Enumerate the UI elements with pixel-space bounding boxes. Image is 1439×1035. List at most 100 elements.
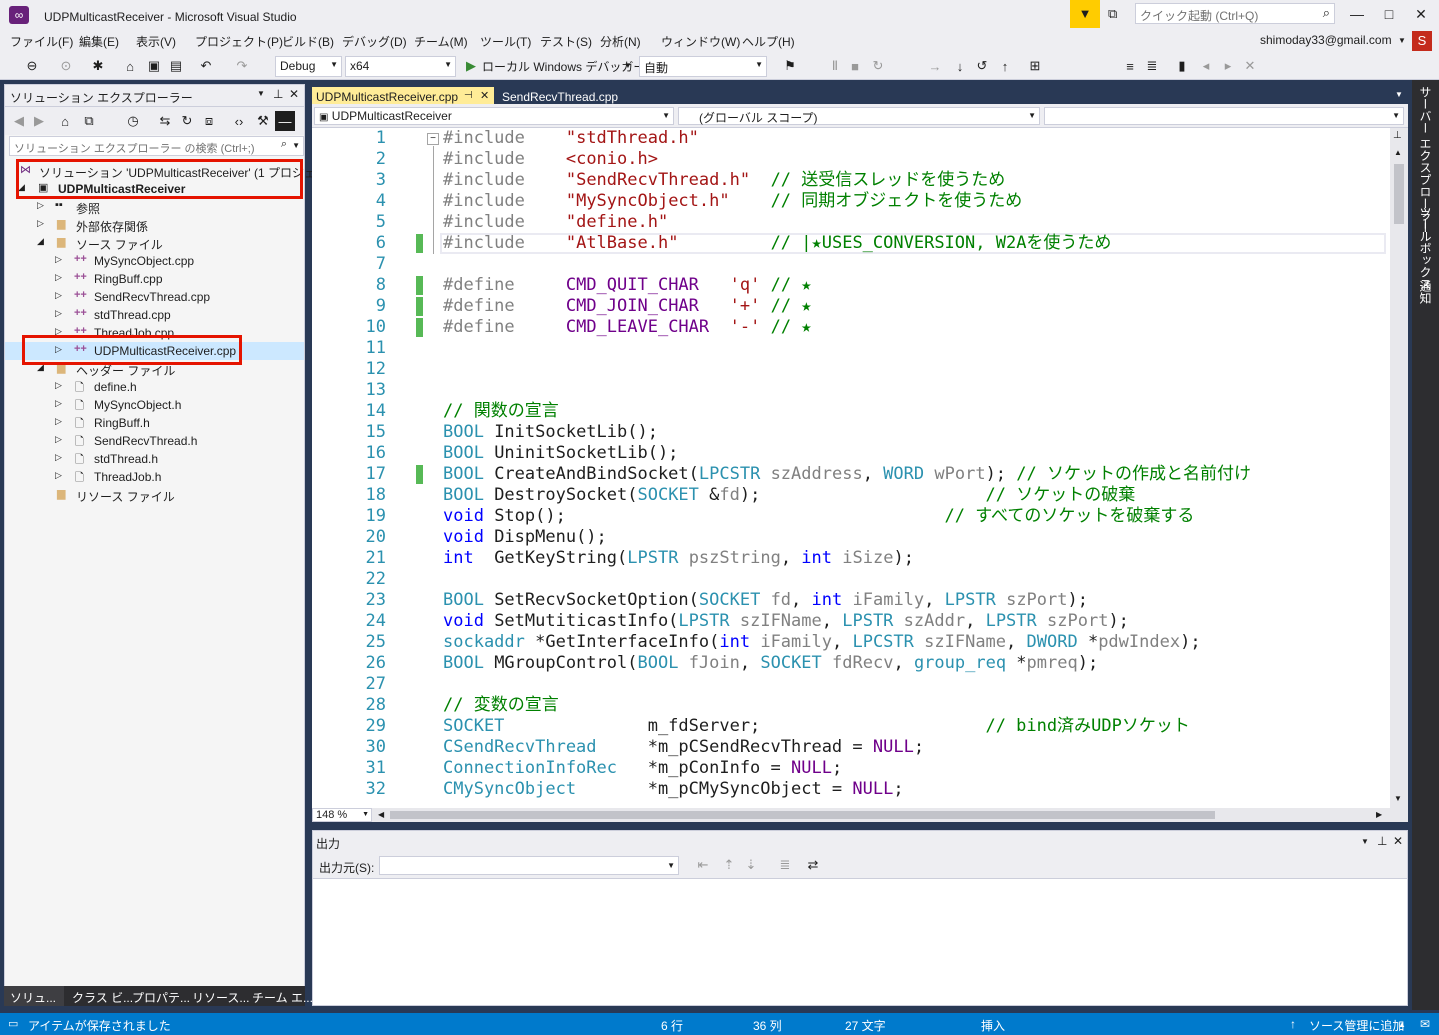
member-nav-select[interactable]: ▼ <box>1044 107 1404 125</box>
account-dropdown-icon[interactable]: ▼ <box>1398 36 1406 45</box>
bookmark-icon[interactable]: ▮ <box>1172 56 1192 76</box>
filter-icon[interactable]: ▼ <box>1070 0 1100 28</box>
comment-icon[interactable]: ≡ <box>1120 56 1140 76</box>
forward-icon[interactable]: ▶ <box>29 111 49 131</box>
pin-icon[interactable]: ⊣ <box>464 90 473 101</box>
prev-message-icon[interactable]: ⇡ <box>719 855 739 875</box>
clear-all-icon[interactable]: ≣ <box>775 855 795 875</box>
tree-item-references[interactable]: ▷ ▪▪ 参照 <box>5 198 304 216</box>
next-message-icon[interactable]: ⇣ <box>741 855 761 875</box>
scroll-left-icon[interactable]: ◀ <box>378 810 384 819</box>
home-icon[interactable]: ⌂ <box>55 111 75 131</box>
expand-arrow-icon[interactable]: ▷ <box>55 470 62 481</box>
maximize-button[interactable]: □ <box>1372 0 1406 28</box>
chevron-down-icon[interactable]: ▼ <box>624 61 632 70</box>
dropdown-icon[interactable]: ▼ <box>1361 837 1369 846</box>
expand-arrow-icon[interactable]: ▷ <box>55 434 62 445</box>
menu-test[interactable]: テスト(S) <box>540 33 592 50</box>
sync-icon[interactable]: ⇆ <box>155 111 175 131</box>
scope-nav-select[interactable]: (グローバル スコープ) ▼ <box>678 107 1040 125</box>
pin-icon[interactable]: ⊥ <box>273 87 283 101</box>
save-icon[interactable]: ▣ <box>144 56 164 76</box>
tab-resources[interactable]: リソース... <box>186 986 255 1006</box>
source-control-button[interactable]: ソース管理に追加 <box>1309 1017 1404 1034</box>
menu-debug[interactable]: デバッグ(D) <box>342 33 407 50</box>
step-over-icon[interactable]: → <box>925 56 945 76</box>
tab-solution[interactable]: ソリュ... <box>4 986 64 1006</box>
close-icon[interactable]: ✕ <box>480 89 489 102</box>
account-name[interactable]: shimoday33@gmail.com <box>1260 33 1392 47</box>
expand-arrow-icon[interactable]: ▷ <box>55 254 62 265</box>
close-icon[interactable]: ✕ <box>1393 834 1403 848</box>
stop-icon[interactable]: ■ <box>845 56 865 76</box>
tree-item-file[interactable]: ▷ ++ MySyncObject.cpp <box>5 252 304 270</box>
uncomment-icon[interactable]: ≣ <box>1142 56 1162 76</box>
chevron-up-icon[interactable]: ▲ <box>1398 1020 1406 1029</box>
tree-item-file[interactable]: ▷ 🗋 stdThread.h <box>5 450 304 468</box>
step-out-icon[interactable]: ↑ <box>995 56 1015 76</box>
scrollbar-thumb[interactable] <box>1394 164 1404 224</box>
tree-item-resource-files[interactable]: ▆ リソース ファイル <box>5 486 304 504</box>
tree-item-file[interactable]: ▷ ++ RingBuff.cpp <box>5 270 304 288</box>
horizontal-scrollbar[interactable]: 148 % ▼ ◀ ▶ <box>312 808 1408 822</box>
find-message-icon[interactable]: ⇤ <box>693 855 713 875</box>
vertical-scrollbar[interactable]: ⊥ ▲ ▼ <box>1390 128 1408 808</box>
menu-team[interactable]: チーム(M) <box>414 33 468 50</box>
tab-active-document[interactable]: UDPMulticastReceiver.cpp ⊣ ✕ <box>312 87 494 105</box>
expand-arrow-icon[interactable]: ▷ <box>55 398 62 409</box>
forward-icon[interactable]: ⊙ <box>56 56 76 76</box>
debugger-label[interactable]: ローカル Windows デバッガー <box>482 58 645 75</box>
minimize-button[interactable]: — <box>1340 0 1374 28</box>
start-debug-icon[interactable]: ▶ <box>461 56 481 76</box>
tree-item-file[interactable]: ▷ ++ stdThread.cpp <box>5 306 304 324</box>
menu-window[interactable]: ウィンドウ(W) <box>661 33 740 50</box>
mode-select[interactable]: 自動 ▼ <box>639 56 767 77</box>
expand-arrow-icon[interactable]: ▷ <box>55 290 62 301</box>
preview-icon[interactable]: — <box>275 111 295 131</box>
expand-arrow-icon[interactable]: ▷ <box>55 452 62 463</box>
expand-arrow-icon[interactable]: ▷ <box>55 416 62 427</box>
code-area[interactable]: − 1 #include "stdThread.h" 2 #include <con… <box>312 128 1390 802</box>
pause-icon[interactable]: Ⅱ <box>825 56 845 76</box>
menu-view[interactable]: 表示(V) <box>136 33 176 50</box>
expand-arrow-icon[interactable]: ▷ <box>55 380 62 391</box>
back-icon[interactable]: ◀ <box>9 111 29 131</box>
pin-icon[interactable]: ⊥ <box>1377 834 1387 848</box>
feedback-icon[interactable]: ⧉ <box>1108 6 1117 22</box>
redo-icon[interactable]: ↷ <box>232 56 252 76</box>
tree-item-file[interactable]: ▷ ++ SendRecvThread.cpp <box>5 288 304 306</box>
account-avatar[interactable]: S <box>1412 31 1432 51</box>
view-code-icon[interactable]: ‹› <box>229 111 249 131</box>
close-button[interactable]: ✕ <box>1404 0 1438 28</box>
expand-arrow-icon[interactable]: ▷ <box>37 218 44 229</box>
pending-changes-icon[interactable]: ◷ <box>123 111 143 131</box>
solution-explorer-search[interactable]: ソリューション エクスプローラー の検索 (Ctrl+;) ⌕ ▼ <box>9 136 304 156</box>
tree-item-source-files[interactable]: ◢ ▆ ソース ファイル <box>5 234 304 252</box>
prev-bookmark-icon[interactable]: ◂ <box>1196 56 1216 76</box>
menu-edit[interactable]: 編集(E) <box>79 33 119 50</box>
restart-icon[interactable]: ↻ <box>868 56 888 76</box>
open-icon[interactable]: ⌂ <box>120 56 140 76</box>
switch-views-icon[interactable]: ⧉ <box>79 111 99 131</box>
clear-bookmark-icon[interactable]: ✕ <box>1240 56 1260 76</box>
new-project-icon[interactable]: ✱ <box>88 56 108 76</box>
tree-item-file[interactable]: ▷ 🗋 RingBuff.h <box>5 414 304 432</box>
expand-arrow-icon[interactable]: ▷ <box>37 200 44 211</box>
tab-document[interactable]: SendRecvThread.cpp <box>498 87 622 105</box>
code-editor[interactable]: ▣ UDPMulticastReceiver ▼ (グローバル スコープ) ▼ … <box>312 104 1408 822</box>
tree-item-file[interactable]: ▷ 🗋 MySyncObject.h <box>5 396 304 414</box>
output-source-select[interactable]: ▼ <box>379 856 679 875</box>
dropdown-icon[interactable]: ▼ <box>257 89 265 98</box>
step-back-icon[interactable]: ↺ <box>972 56 992 76</box>
expand-arrow-icon[interactable]: ▷ <box>55 308 62 319</box>
tree-item-file[interactable]: ▷ 🗋 SendRecvThread.h <box>5 432 304 450</box>
back-icon[interactable]: ⊖ <box>22 56 42 76</box>
split-icon[interactable]: ⊥ <box>1393 130 1402 141</box>
collapse-arrow-icon[interactable]: ◢ <box>37 236 44 247</box>
menu-help[interactable]: ヘルプ(H) <box>742 33 795 50</box>
configuration-select[interactable]: Debug ▼ <box>275 56 342 77</box>
menu-build[interactable]: ビルド(B) <box>282 33 334 50</box>
close-icon[interactable]: ✕ <box>289 87 299 101</box>
next-bookmark-icon[interactable]: ▸ <box>1218 56 1238 76</box>
scroll-up-icon[interactable]: ▲ <box>1394 148 1402 157</box>
